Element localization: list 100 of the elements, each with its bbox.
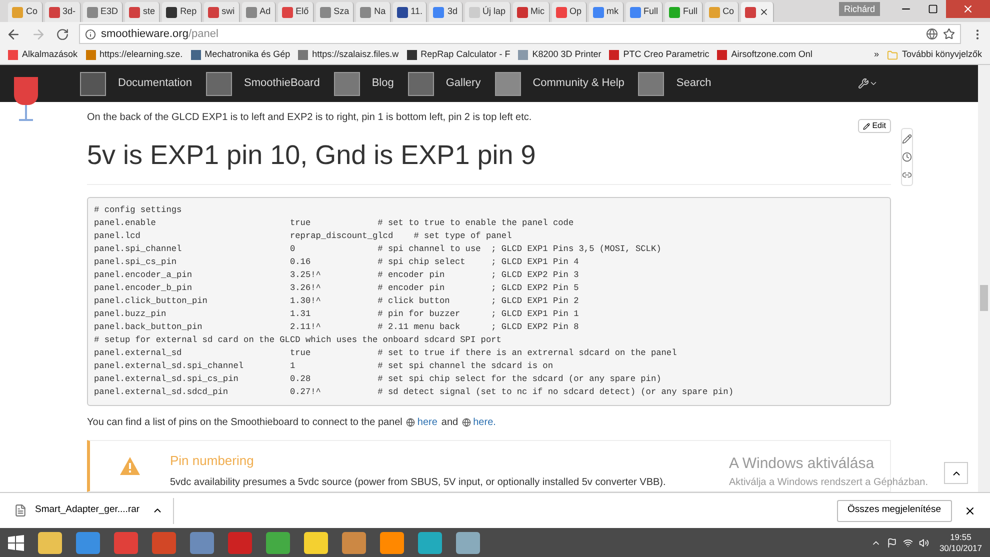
url-text: smoothieware.org/panel	[101, 26, 218, 42]
globe-icon	[462, 418, 472, 426]
browser-tab[interactable]: Új lap	[464, 2, 511, 22]
more-bookmarks[interactable]: »	[874, 48, 879, 62]
browser-tab[interactable]: Full	[665, 2, 703, 22]
taskbar-app-icon[interactable]	[38, 532, 62, 554]
tab-title: Op	[570, 5, 582, 18]
tab-title: Elő	[296, 5, 309, 18]
browser-tab[interactable]: 11.	[392, 2, 428, 22]
nav-icon	[638, 72, 664, 96]
nav-link[interactable]: Documentation	[80, 72, 192, 96]
star-icon[interactable]	[943, 28, 955, 40]
download-item[interactable]: Smart_Adapter_ger....rar	[14, 498, 174, 524]
browser-tab[interactable]: E3D	[82, 2, 124, 22]
caret-icon	[869, 79, 878, 88]
callout-title: Pin numbering	[170, 452, 255, 470]
browser-tab[interactable]: Rep	[162, 2, 202, 22]
taskbar-app-icon[interactable]	[76, 532, 100, 554]
taskbar-app-icon[interactable]	[190, 532, 214, 554]
browser-tab[interactable]: Co	[8, 2, 43, 22]
browser-tab[interactable]: mk	[588, 2, 624, 22]
volume-icon[interactable]	[919, 538, 930, 548]
browser-tab[interactable]: Elő	[278, 2, 314, 22]
start-icon[interactable]	[8, 534, 24, 550]
nav-icon	[494, 72, 521, 96]
tab-title: Rep	[180, 5, 197, 18]
favicon-icon	[630, 6, 641, 18]
address-field[interactable]: smoothieware.org/panel	[79, 24, 961, 44]
browser-tab[interactable]: Sza	[316, 2, 354, 22]
browser-tab[interactable]: 3d	[429, 2, 462, 22]
bookmark-item[interactable]: https://szalaisz.files.w	[298, 48, 399, 62]
bookmark-item[interactable]: PTC Creo Parametric	[609, 48, 710, 62]
bookmark-item[interactable]: RepRap Calculator - F	[406, 48, 510, 62]
tab-title: Co	[722, 5, 734, 18]
nav-icon	[206, 72, 232, 96]
globe-icon	[406, 418, 416, 426]
bookmark-item[interactable]: K8200 3D Printer	[518, 48, 602, 62]
browser-tab[interactable]: Na	[356, 2, 391, 22]
code-block: # config settings panel.enable true # set to true to enable the panel code panel.lcd reprap_discount_glcd # set type of panel panel.spi_channel 0 # spi channel to use ; GLCD EXP1 Pins 3,5 (MOSI, SCLK) panel.spi_cs_pin 0.16 # spi chip select ; GLCD EXP1 Pin 4 panel.encoder_a_pin 3.25!^ # encoder pin ; GLCD EXP2 Pin 3 panel.encoder_b_pin 3.26!^ # encoder pin ; GLCD EXP2 Pin 5 panel.click_button_pin 1.30!^ # click button ; GLCD EXP1 Pin 2 panel.buzz_pin 1.31 # pin for buzzer ; GLCD EXP1 Pin 1 panel.back_button_pin 2.11!^ # 2.11 menu back ; GLCD EXP2 Pin 8 # setup for external sd card on the GLCD which uses the onboard sdcard SPI port panel.external_sd true # set to true if there is an extrernal sdcard on the panel panel.external_sd.spi_channel 1 # set spi channel the sdcard is on panel.external_sd.spi_cs_pin 0.28 # set spi chip select for the sdcard (or any spare pin) panel.external_sd.sdcd_pin 0.27!^ # sd detect signal (set to nc if no sdcard detect) (or any spare pin)	[87, 196, 891, 406]
browser-tab[interactable]: Full	[626, 2, 664, 22]
taskbar-app-icon[interactable]	[304, 532, 328, 554]
favicon-icon	[360, 6, 372, 18]
favicon-icon	[86, 6, 98, 18]
taskbar-app-icon[interactable]	[342, 532, 366, 554]
favicon-icon	[669, 6, 680, 18]
other-bookmarks[interactable]: További könyvjelzők	[886, 48, 982, 62]
browser-tab[interactable]: 3d-	[44, 2, 81, 22]
page-heading: 5v is EXP1 pin 10, Gnd is EXP1 pin 9	[87, 139, 536, 172]
tab-title: Na	[374, 5, 386, 18]
nav-link[interactable]: Gallery	[408, 72, 481, 96]
back-icon[interactable]	[6, 26, 21, 42]
taskbar-app-icon[interactable]	[418, 532, 442, 554]
close-icon[interactable]	[759, 7, 770, 17]
browser-tab[interactable]: Ad	[242, 2, 276, 22]
browser-tab[interactable]: Mic	[512, 2, 550, 22]
and-text: and	[441, 416, 458, 430]
bookmark-item[interactable]: Mechatronika és Gép	[190, 48, 290, 62]
bookmark-item[interactable]: https://elearning.sze.	[86, 48, 183, 62]
nav-link[interactable]: SmoothieBoard	[206, 72, 320, 96]
translate-icon[interactable]	[926, 28, 938, 40]
favicon-icon	[516, 6, 528, 18]
tab-title: Full	[644, 5, 658, 18]
browser-tab[interactable]	[741, 2, 774, 22]
browser-tab[interactable]: ste	[125, 2, 160, 22]
taskbar-app-icon[interactable]	[380, 532, 404, 554]
nav-link[interactable]: Search	[638, 72, 712, 96]
browser-tab[interactable]: swi	[204, 2, 240, 22]
flag-icon[interactable]	[887, 538, 898, 548]
warning-icon	[120, 456, 140, 474]
pins-text: You can find a list of pins on the Smoothieboard to connect to the panel here and here.	[87, 414, 497, 430]
maximize-icon[interactable]	[928, 4, 938, 14]
tab-title: Új lap	[482, 5, 506, 18]
show-all-button[interactable]: Összes megjelenítése	[836, 500, 952, 522]
pin-link[interactable]: here	[417, 414, 438, 430]
reload-icon[interactable]	[56, 28, 69, 40]
network-icon[interactable]	[903, 538, 914, 548]
link-icon[interactable]	[902, 170, 912, 180]
edit-button[interactable]: Edit	[858, 119, 891, 133]
close-icon[interactable]	[964, 504, 976, 516]
history-icon[interactable]	[902, 152, 912, 162]
browser-tab[interactable]: Op	[552, 2, 587, 22]
tools-menu[interactable]	[858, 78, 878, 89]
close-window-button[interactable]	[946, 0, 990, 18]
favicon-icon	[556, 6, 567, 18]
browser-tab[interactable]: Co	[704, 2, 740, 22]
clock[interactable]: 19:55 30/10/2017	[939, 532, 982, 554]
favicon-icon	[129, 6, 140, 18]
bookmark-item[interactable]: Alkalmazások	[8, 48, 78, 62]
taskbar-app-icon[interactable]	[456, 532, 480, 554]
nav-link[interactable]: Blog	[334, 72, 394, 96]
taskbar-app-icon[interactable]	[266, 532, 290, 554]
favicon-icon	[592, 6, 604, 18]
tab-title: 11.	[410, 5, 422, 18]
pin-link[interactable]: here.	[473, 414, 496, 430]
bookmark-item[interactable]: Airsoftzone.com Onl	[717, 48, 812, 62]
scrollbar[interactable]	[978, 65, 990, 492]
tab-title: Sza	[334, 5, 350, 18]
favicon-icon	[246, 6, 257, 18]
nav-link[interactable]: Community & Help	[494, 72, 624, 96]
edit-icon[interactable]	[902, 134, 912, 144]
